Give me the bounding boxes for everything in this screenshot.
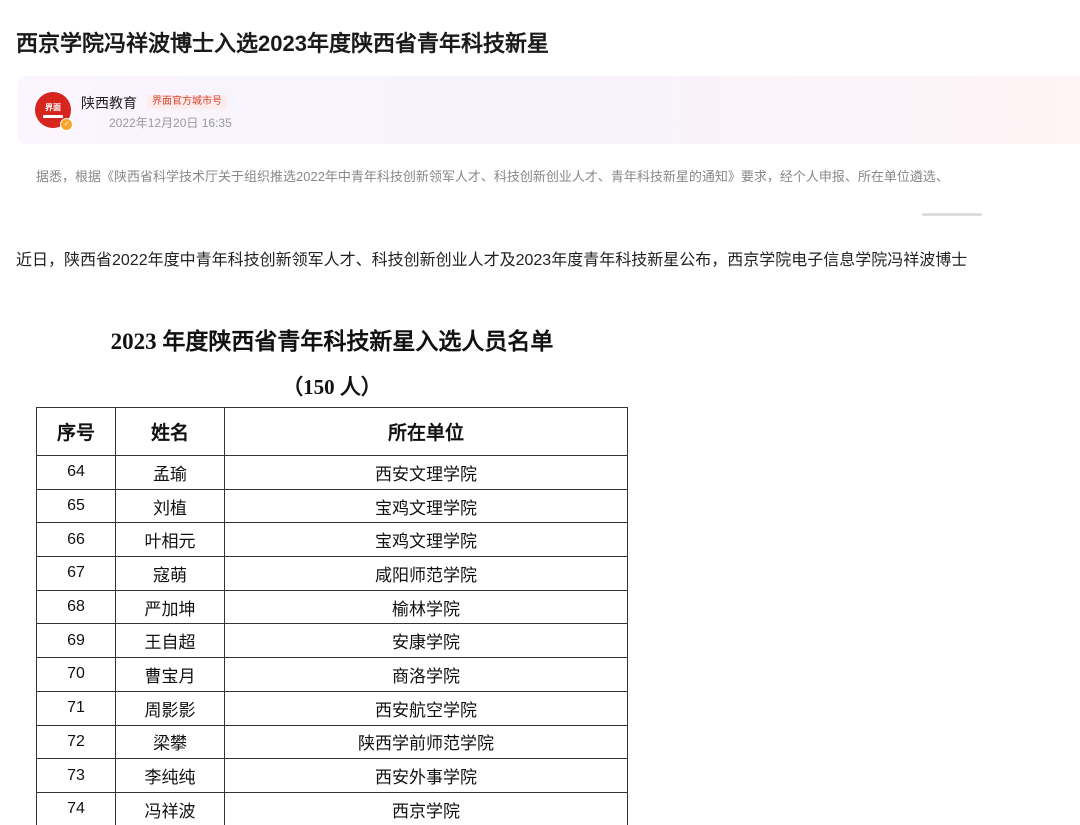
cell-unit: 宝鸡文理学院 (224, 488, 628, 524)
author-tag-badge: 界面官方城市号 (147, 95, 227, 109)
cell-number: 71 (36, 690, 116, 726)
table-row: 66 叶相元 宝鸡文理学院 (36, 522, 628, 558)
cell-number: 73 (36, 758, 116, 793)
cell-unit: 宝鸡文理学院 (224, 522, 628, 558)
cell-name: 寇萌 (115, 556, 225, 591)
cell-number: 68 (36, 589, 116, 625)
cell-name: 李纯纯 (115, 758, 225, 793)
roster-table: 序号 姓名 所在单位 64 孟瑜 西安文理学院 65 刘植 宝鸡文理学院 66 … (36, 407, 628, 825)
column-header-unit: 所在单位 (224, 407, 628, 456)
cell-number: 69 (36, 623, 116, 659)
cell-number: 74 (36, 791, 116, 825)
cell-unit: 西安文理学院 (224, 455, 628, 490)
avatar-logo-bar (43, 114, 63, 118)
article-title: 西京学院冯祥波博士入选2023年度陕西省青年科技新星 (16, 31, 549, 56)
cell-name: 叶相元 (115, 522, 225, 558)
table-row: 64 孟瑜 西安文理学院 (36, 455, 628, 490)
cell-name: 王自超 (115, 623, 225, 659)
document-title: 2023 年度陕西省青年科技新星入选人员名单 (110, 329, 554, 354)
column-header-name: 姓名 (115, 407, 225, 456)
cell-unit: 咸阳师范学院 (224, 556, 628, 591)
cell-unit: 西安外事学院 (224, 758, 628, 793)
verified-badge-icon: ✓ (60, 118, 73, 131)
cell-name: 严加坤 (115, 589, 225, 625)
cell-name: 曹宝月 (115, 657, 225, 692)
table-row: 71 周影影 西安航空学院 (36, 690, 628, 726)
summary-divider (922, 213, 982, 216)
publish-time: 2022年12月20日 16:35 (109, 116, 232, 130)
table-row: 74 冯祥波 西京学院 (36, 791, 628, 825)
column-header-number: 序号 (36, 407, 116, 456)
table-row: 67 寇萌 咸阳师范学院 (36, 556, 628, 591)
cell-name: 梁攀 (115, 724, 225, 760)
table-row: 68 严加坤 榆林学院 (36, 589, 628, 625)
document-subtitle: （150 人） (282, 375, 382, 399)
cell-name: 周影影 (115, 690, 225, 726)
cell-name: 刘植 (115, 488, 225, 524)
author-name[interactable]: 陕西教育 (81, 93, 137, 113)
article-summary: 据悉，根据《陕西省科学技术厅关于组织推选2022年中青年科技创新领军人才、科技创… (36, 169, 949, 184)
cell-unit: 商洛学院 (224, 657, 628, 692)
cell-unit: 西安航空学院 (224, 690, 628, 726)
table-header-row: 序号 姓名 所在单位 (36, 407, 628, 456)
cell-unit: 陕西学前师范学院 (224, 724, 628, 760)
roster-document-image: 2023 年度陕西省青年科技新星入选人员名单 （150 人） 序号 姓名 所在单… (36, 316, 628, 825)
table-row: 73 李纯纯 西安外事学院 (36, 758, 628, 793)
cell-number: 64 (36, 455, 116, 490)
author-card[interactable]: 界面 ✓ 陕西教育 界面官方城市号 2022年12月20日 16:35 (18, 76, 1080, 144)
cell-unit: 榆林学院 (224, 589, 628, 625)
table-row: 70 曹宝月 商洛学院 (36, 657, 628, 692)
table-row: 65 刘植 宝鸡文理学院 (36, 488, 628, 524)
article-intro-paragraph: 近日，陕西省2022年度中青年科技创新领军人才、科技创新创业人才及2023年度青… (16, 252, 968, 269)
table-row: 69 王自超 安康学院 (36, 623, 628, 659)
table-row: 72 梁攀 陕西学前师范学院 (36, 724, 628, 760)
avatar-logo-text: 界面 (45, 102, 61, 112)
cell-unit: 西京学院 (224, 791, 628, 825)
cell-unit: 安康学院 (224, 623, 628, 659)
cell-number: 67 (36, 556, 116, 591)
cell-number: 66 (36, 522, 116, 558)
cell-name: 孟瑜 (115, 455, 225, 490)
cell-number: 65 (36, 488, 116, 524)
cell-name: 冯祥波 (115, 791, 225, 825)
cell-number: 72 (36, 724, 116, 760)
cell-number: 70 (36, 657, 116, 692)
